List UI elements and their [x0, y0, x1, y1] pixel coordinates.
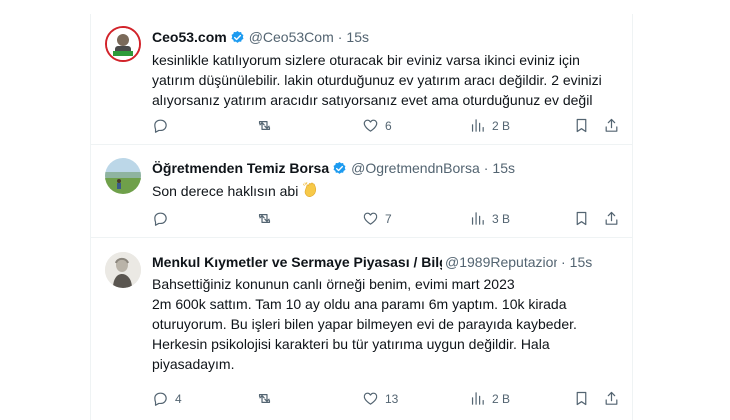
- bookmark-button[interactable]: [573, 390, 590, 407]
- tweet[interactable]: Ceo53.com @Ceo53Com · 15s kesinlikle kat…: [91, 14, 632, 145]
- separator-dot: ·: [483, 160, 489, 176]
- timestamp[interactable]: 15s: [492, 160, 515, 176]
- bookmark-button[interactable]: [573, 117, 590, 134]
- bookmark-icon: [576, 391, 587, 406]
- avatar-image: [105, 252, 141, 288]
- views-button[interactable]: 2 B: [469, 117, 510, 134]
- tweet-text-line: yatırım düşünülebilir. lakin oturduğunuz…: [152, 72, 602, 88]
- tweet-text: kesinlikle katılıyorum sizlere oturacak …: [152, 50, 612, 110]
- bookmark-icon: [576, 118, 587, 133]
- verified-badge-icon: [231, 30, 244, 43]
- tweet[interactable]: Menkul Kıymetler ve Sermaye Piyasası / B…: [91, 238, 632, 420]
- author-name[interactable]: Öğretmenden Temiz Borsa: [152, 160, 329, 176]
- timeline-panel: Ceo53.com @Ceo53Com · 15s kesinlikle kat…: [90, 14, 633, 420]
- like-count: 13: [385, 391, 399, 406]
- tweet-text: Bahsettiğiniz konunun canlı örneği benim…: [152, 274, 612, 374]
- author-handle[interactable]: @Ceo53Com: [249, 29, 334, 45]
- views-button[interactable]: 3 B: [469, 210, 510, 227]
- views-icon: [471, 119, 484, 132]
- bookmark-icon: [576, 211, 587, 226]
- verified-badge-icon: [333, 161, 346, 174]
- tweet-text-line: kesinlikle katılıyorum sizlere oturacak …: [152, 52, 580, 68]
- tweet-text-line: oturuyorum. Bu işleri bilen yapar bilmey…: [152, 316, 577, 332]
- timestamp[interactable]: 15s: [346, 29, 369, 45]
- tweet-header: Ceo53.com @Ceo53Com · 15s: [152, 28, 622, 46]
- avatar-image: [105, 158, 141, 194]
- like-count: 7: [385, 211, 392, 226]
- tweet-text-line: piyasadayım.: [152, 356, 235, 372]
- tweet-text-line: alıyorsanız yatırım aracıdır satıyorsanı…: [152, 92, 593, 108]
- reply-icon: [154, 392, 167, 406]
- reply-count: 4: [175, 391, 182, 406]
- view-count: 2 B: [492, 391, 511, 406]
- tweet-text-line: Herkesin psikolojisi karakteri bu tür ya…: [152, 336, 550, 352]
- tweet-text-line: Son derece haklısın abi: [152, 183, 299, 199]
- reply-icon: [154, 212, 167, 226]
- share-icon: [605, 211, 618, 225]
- avatar[interactable]: [105, 158, 141, 194]
- author-handle[interactable]: @1989Reputazione: [445, 254, 557, 270]
- tweet-text-line: Bahsettiğiniz konunun canlı örneği benim…: [152, 276, 515, 292]
- like-icon: [363, 119, 378, 132]
- tweet-text: Son derece haklısın abi: [152, 181, 612, 201]
- tweet-header: Menkul Kıymetler ve Sermaye Piyasası / B…: [152, 253, 596, 271]
- bookmark-button[interactable]: [573, 210, 590, 227]
- separator-dot: ·: [561, 254, 566, 270]
- reply-icon: [154, 119, 167, 133]
- reply-button[interactable]: 4: [152, 390, 182, 407]
- share-icon: [605, 391, 618, 405]
- share-button[interactable]: [603, 390, 620, 407]
- author-name[interactable]: Menkul Kıymetler ve Sermaye Piyasası / B…: [152, 254, 442, 270]
- tweet-header: Öğretmenden Temiz Borsa @OgretmendnBorsa…: [152, 159, 622, 177]
- author-name[interactable]: Ceo53.com: [152, 29, 227, 45]
- avatar[interactable]: [105, 252, 141, 288]
- share-button[interactable]: [603, 210, 620, 227]
- action-bar: 4 13 2 B: [152, 390, 622, 408]
- views-button[interactable]: 2 B: [469, 390, 510, 407]
- views-icon: [471, 392, 484, 405]
- tweet-text-line: 2m 600k sattım. Tam 10 ay oldu ana param…: [152, 296, 567, 312]
- share-button[interactable]: [603, 117, 620, 134]
- retweet-icon: [258, 121, 271, 130]
- retweet-button[interactable]: [256, 210, 273, 227]
- avatar[interactable]: [105, 26, 141, 62]
- like-button[interactable]: 13: [362, 390, 398, 407]
- reply-button[interactable]: [152, 117, 175, 134]
- view-count: 3 B: [492, 211, 511, 226]
- retweet-button[interactable]: [256, 390, 273, 407]
- reply-button[interactable]: [152, 210, 175, 227]
- share-icon: [605, 118, 618, 132]
- retweet-button[interactable]: [256, 117, 273, 134]
- like-icon: [363, 212, 378, 225]
- views-icon: [471, 212, 484, 225]
- action-bar: 7 3 B: [152, 210, 622, 228]
- like-button[interactable]: 6: [362, 117, 392, 134]
- like-count: 6: [385, 118, 392, 133]
- separator-dot: ·: [337, 29, 343, 45]
- action-bar: 6 2 B: [152, 117, 622, 135]
- author-handle[interactable]: @OgretmendnBorsa: [351, 160, 480, 176]
- retweet-icon: [258, 214, 271, 223]
- clapping-hands-icon: [303, 182, 317, 197]
- tweet[interactable]: Öğretmenden Temiz Borsa @OgretmendnBorsa…: [91, 145, 632, 238]
- view-count: 2 B: [492, 118, 511, 133]
- avatar-image: [107, 28, 139, 60]
- timestamp[interactable]: 15s: [570, 254, 593, 270]
- like-icon: [363, 392, 378, 405]
- like-button[interactable]: 7: [362, 210, 392, 227]
- retweet-icon: [258, 394, 271, 403]
